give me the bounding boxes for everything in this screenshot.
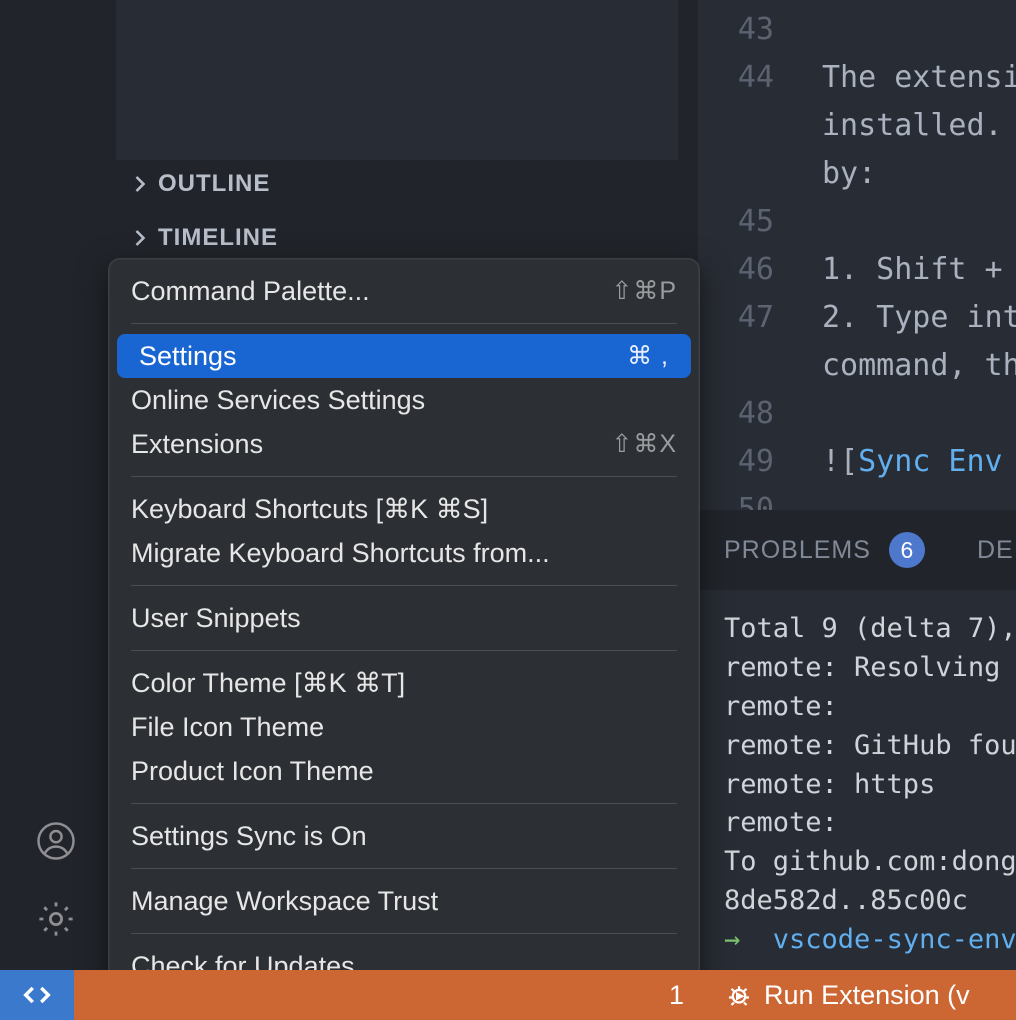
menu-item-color-theme[interactable]: Color Theme [⌘K ⌘T] xyxy=(109,661,699,705)
menu-item-settings[interactable]: Settings ⌘ , xyxy=(117,334,691,378)
menu-item-label: Color Theme [⌘K ⌘T] xyxy=(131,668,405,699)
menu-item-label: Settings Sync is On xyxy=(131,821,367,852)
menu-separator xyxy=(131,476,677,477)
menu-item-shortcut: ⇧⌘X xyxy=(611,429,677,459)
menu-item-migrate-keyboard-shortcuts[interactable]: Migrate Keyboard Shortcuts from... xyxy=(109,531,699,575)
terminal-line: remote: Resolving xyxy=(724,649,1016,688)
menu-item-command-palette[interactable]: Command Palette... ⇧⌘P xyxy=(109,269,699,313)
menu-item-extensions[interactable]: Extensions ⇧⌘X xyxy=(109,422,699,466)
problems-badge: 6 xyxy=(889,532,925,568)
menu-item-label: Command Palette... xyxy=(131,276,370,307)
status-bar: 1 Run Extension (v xyxy=(0,970,1016,1020)
line-gutter: 43 44 45 46 47 48 49 50 51 xyxy=(698,0,794,510)
menu-item-keyboard-shortcuts[interactable]: Keyboard Shortcuts [⌘K ⌘S] xyxy=(109,487,699,531)
menu-item-user-snippets[interactable]: User Snippets xyxy=(109,596,699,640)
menu-separator xyxy=(131,803,677,804)
menu-item-shortcut: ⌘ , xyxy=(627,341,669,371)
menu-item-shortcut: ⇧⌘P xyxy=(611,276,677,306)
terminal-line: To github.com:dong xyxy=(724,843,1016,882)
activity-bar xyxy=(0,0,112,970)
terminal-line: 8de582d..85c00c xyxy=(724,882,1016,921)
menu-item-label: Keyboard Shortcuts [⌘K ⌘S] xyxy=(131,494,488,525)
remote-button[interactable] xyxy=(0,970,74,1020)
menu-item-label: User Snippets xyxy=(131,603,301,634)
debug-icon xyxy=(724,980,754,1010)
menu-separator xyxy=(131,585,677,586)
menu-item-label: Extensions xyxy=(131,429,263,460)
outline-label: OUTLINE xyxy=(158,170,270,198)
menu-item-settings-sync[interactable]: Settings Sync is On xyxy=(109,814,699,858)
menu-separator xyxy=(131,323,677,324)
terminal-line: remote: xyxy=(724,688,1016,727)
timeline-label: TIMELINE xyxy=(158,224,278,252)
terminal-line: remote: GitHub fou xyxy=(724,727,1016,766)
editor[interactable]: 43 44 45 46 47 48 49 50 51 The extensi i… xyxy=(698,0,1016,510)
menu-item-label: File Icon Theme xyxy=(131,712,324,743)
menu-item-label: Online Services Settings xyxy=(131,385,425,416)
chevron-right-icon xyxy=(126,224,154,252)
terminal[interactable]: Total 9 (delta 7), remote: Resolving rem… xyxy=(698,590,1016,970)
status-count[interactable]: 1 xyxy=(659,980,694,1011)
terminal-line: Total 9 (delta 7), xyxy=(724,610,1016,649)
tab-debug[interactable]: DE xyxy=(977,536,1014,565)
menu-item-label: Settings xyxy=(139,341,237,372)
menu-item-label: Manage Workspace Trust xyxy=(131,886,438,917)
menu-item-manage-workspace-trust[interactable]: Manage Workspace Trust xyxy=(109,879,699,923)
run-extension-button[interactable]: Run Extension (v xyxy=(724,980,970,1011)
explorer-preview xyxy=(116,0,678,160)
menu-separator xyxy=(131,650,677,651)
chevron-right-icon xyxy=(126,170,154,198)
menu-item-online-services-settings[interactable]: Online Services Settings xyxy=(109,378,699,422)
menu-separator xyxy=(131,868,677,869)
settings-context-menu: Command Palette... ⇧⌘P Settings ⌘ , Online S… xyxy=(108,258,700,1002)
menu-item-label: Product Icon Theme xyxy=(131,756,374,787)
menu-item-file-icon-theme[interactable]: File Icon Theme xyxy=(109,705,699,749)
terminal-prompt: → vscode-sync-env xyxy=(724,921,1016,960)
timeline-section[interactable]: TIMELINE xyxy=(126,224,278,252)
terminal-line: remote: https xyxy=(724,766,1016,805)
panel-header: PROBLEMS 6 DE xyxy=(698,510,1016,590)
outline-section[interactable]: OUTLINE xyxy=(126,170,270,198)
terminal-line: remote: xyxy=(724,804,1016,843)
code-content[interactable]: The extensi installed. by: 1. Shift + 2.… xyxy=(822,6,1016,510)
menu-item-label: Migrate Keyboard Shortcuts from... xyxy=(131,538,550,569)
gear-icon[interactable] xyxy=(35,898,77,940)
run-extension-label: Run Extension (v xyxy=(764,980,970,1011)
accounts-icon[interactable] xyxy=(35,820,77,862)
menu-item-product-icon-theme[interactable]: Product Icon Theme xyxy=(109,749,699,793)
tab-problems[interactable]: PROBLEMS xyxy=(724,536,871,565)
menu-separator xyxy=(131,933,677,934)
